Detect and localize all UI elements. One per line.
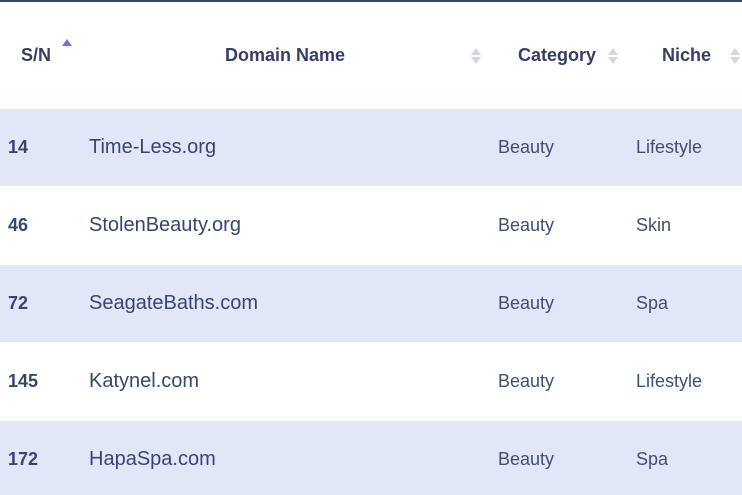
cell-domain[interactable]: Katynel.com [80, 342, 490, 421]
cell-category: Beauty [490, 342, 628, 421]
table-row[interactable]: 72 SeagateBaths.com Beauty Spa [0, 264, 742, 343]
table-row[interactable]: 14 Time-Less.org Beauty Lifestyle [0, 109, 742, 187]
column-header-domain-label: Domain Name [224, 45, 346, 65]
cell-sn: 172 [0, 420, 80, 495]
cell-domain[interactable]: StolenBeauty.org [80, 186, 490, 265]
sort-icon[interactable] [608, 47, 618, 65]
sort-icon[interactable] [730, 47, 740, 65]
column-header-category-label: Category [518, 45, 597, 65]
cell-category: Beauty [490, 264, 628, 343]
column-header-niche-label: Niche [662, 45, 712, 65]
cell-category: Beauty [490, 420, 628, 495]
cell-domain[interactable]: HapaSpa.com [80, 420, 490, 495]
table-row[interactable]: 46 StolenBeauty.org Beauty Skin [0, 186, 742, 265]
header-row: S/N Domain Name Category Niche [0, 2, 742, 109]
cell-niche: Spa [628, 420, 742, 495]
sort-ascending-icon[interactable] [62, 38, 72, 56]
domains-table: S/N Domain Name Category Niche 14 Time-L… [0, 2, 742, 495]
cell-niche: Skin [628, 186, 742, 265]
column-header-sn[interactable]: S/N [0, 2, 80, 109]
cell-sn: 14 [0, 109, 80, 187]
table-header: S/N Domain Name Category Niche [0, 2, 742, 109]
cell-category: Beauty [490, 186, 628, 265]
cell-domain[interactable]: SeagateBaths.com [80, 264, 490, 343]
cell-sn: 72 [0, 264, 80, 343]
cell-niche: Spa [628, 264, 742, 343]
cell-sn: 145 [0, 342, 80, 421]
cell-category: Beauty [490, 109, 628, 187]
column-header-sn-label: S/N [21, 45, 52, 65]
table-body: 14 Time-Less.org Beauty Lifestyle 46 Sto… [0, 109, 742, 495]
sort-icon[interactable] [471, 47, 481, 65]
domain-table-page: S/N Domain Name Category Niche 14 Time-L… [0, 0, 742, 495]
cell-niche: Lifestyle [628, 342, 742, 421]
column-header-niche[interactable]: Niche [628, 2, 742, 109]
column-header-domain[interactable]: Domain Name [80, 2, 490, 109]
cell-domain[interactable]: Time-Less.org [80, 109, 490, 187]
cell-niche: Lifestyle [628, 109, 742, 187]
table-row[interactable]: 145 Katynel.com Beauty Lifestyle [0, 342, 742, 421]
column-header-category[interactable]: Category [490, 2, 628, 109]
table-row[interactable]: 172 HapaSpa.com Beauty Spa [0, 420, 742, 495]
cell-sn: 46 [0, 186, 80, 265]
